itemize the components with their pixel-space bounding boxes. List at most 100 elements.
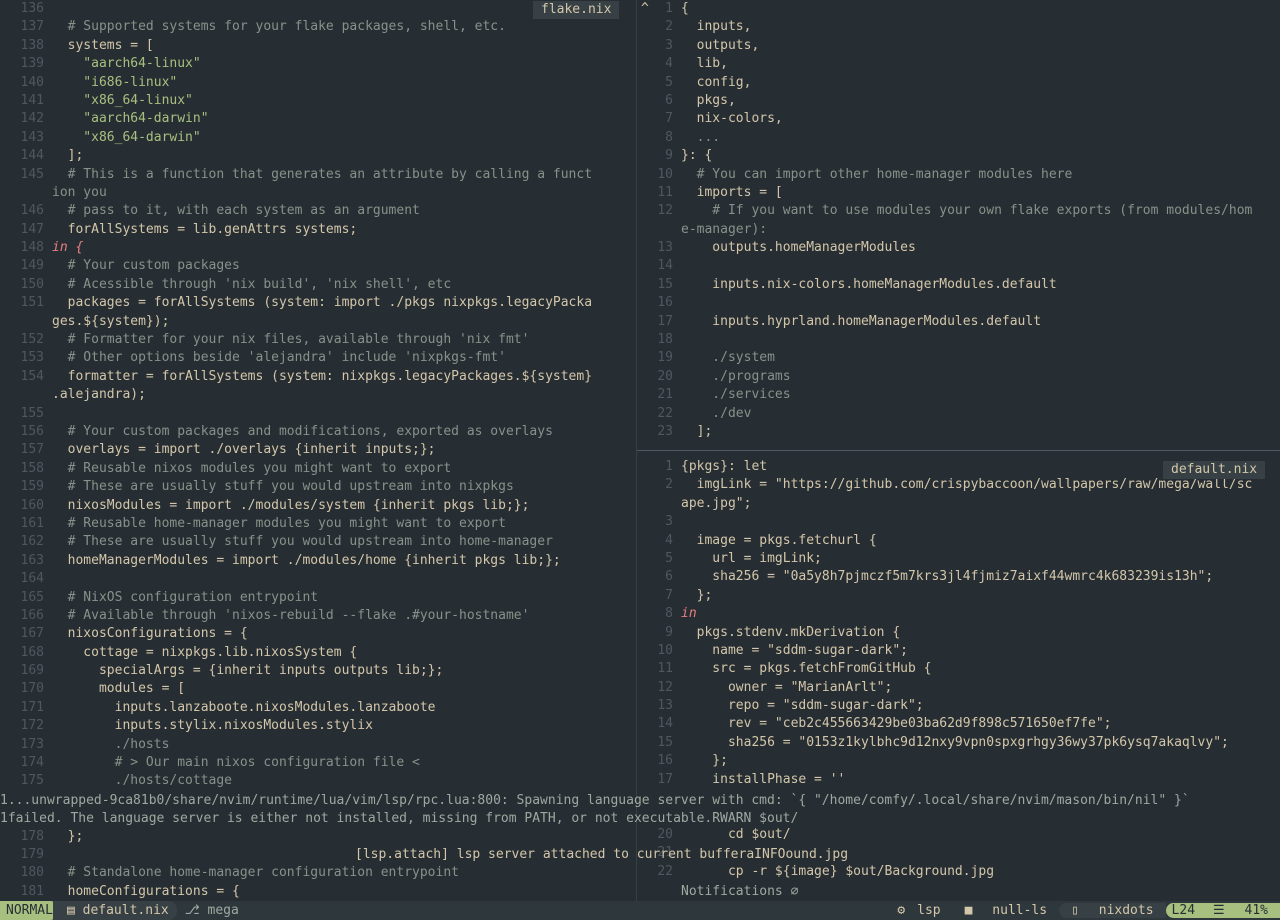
- code-line[interactable]: 168 cottage = nixpkgs.lib.nixosSystem {: [0, 644, 636, 662]
- code-line[interactable]: 14: [637, 257, 1280, 275]
- code-line[interactable]: 14 rev = "ceb2c455663429be03ba62d9f898c5…: [637, 715, 1280, 733]
- code-line[interactable]: 17 installPhase = '': [637, 771, 1280, 789]
- code-line[interactable]: 13 outputs.homeManagerModules: [637, 239, 1280, 257]
- code-line[interactable]: 140 "i686-linux": [0, 74, 636, 92]
- code-line[interactable]: 2 imgLink = "https://github.com/crispyba…: [637, 476, 1280, 494]
- wrapped-line[interactable]: .alejandra);: [0, 386, 636, 404]
- code-line[interactable]: 159 # These are usually stuff you would …: [0, 478, 636, 496]
- code-line[interactable]: 169 specialArgs = {inherit inputs output…: [0, 662, 636, 680]
- code-line[interactable]: 153 # Other options beside 'alejandra' i…: [0, 349, 636, 367]
- editor-pane-right-top[interactable]: 1{2 inputs, 3 outputs, 4 lib, 5 config, 6 pk…: [637, 0, 1280, 446]
- code-line[interactable]: 167 nixosConfigurations = {: [0, 625, 636, 643]
- code-line[interactable]: 6 pkgs,: [637, 92, 1280, 110]
- code-text: inputs.nix-colors.homeManagerModules.def…: [681, 276, 1057, 292]
- wrapped-line[interactable]: ape.jpg";: [637, 495, 1280, 513]
- code-line[interactable]: 151 packages = forAllSystems (system: im…: [0, 294, 636, 312]
- code-line[interactable]: 137 # Supported systems for your flake p…: [0, 18, 636, 36]
- code-line[interactable]: 13 repo = "sddm-sugar-dark";: [637, 697, 1280, 715]
- code-line[interactable]: 4 image = pkgs.fetchurl {: [637, 532, 1280, 550]
- editor-pane-right-bottom[interactable]: 1 {pkgs}: let 2 imgLink = "https://github.…: [637, 458, 1280, 901]
- code-line[interactable]: 22 ./dev: [637, 405, 1280, 423]
- editor-pane-left[interactable]: 136 137 # Supported systems for your flak…: [0, 0, 636, 901]
- code-line[interactable]: 4 lib,: [637, 55, 1280, 73]
- code-line[interactable]: 141 "x86_64-linux": [0, 92, 636, 110]
- code-line[interactable]: 157 overlays = import ./overlays {inheri…: [0, 441, 636, 459]
- code-line[interactable]: 17 inputs.hyprland.homeManagerModules.de…: [637, 313, 1280, 331]
- code-line[interactable]: 2 inputs,: [637, 18, 1280, 36]
- statusline-file[interactable]: ▤ default.nix: [52, 901, 177, 920]
- code-line[interactable]: 18: [637, 331, 1280, 349]
- code-line[interactable]: 21 ./services: [637, 386, 1280, 404]
- code-line[interactable]: 149 # Your custom packages: [0, 257, 636, 275]
- code-line[interactable]: 138 systems = [: [0, 37, 636, 55]
- wrapped-line[interactable]: e-manager):: [637, 221, 1280, 239]
- code-line[interactable]: 175 ./hosts/cottage: [0, 772, 636, 790]
- code-line[interactable]: 180 # Standalone home-manager configurat…: [0, 864, 636, 882]
- code-line[interactable]: 144 ];: [0, 147, 636, 165]
- project-status[interactable]: ▯ nixdots: [1059, 903, 1166, 918]
- wrapped-line[interactable]: ges.${system});: [0, 313, 636, 331]
- code-line[interactable]: 12 owner = "MarianArlt";: [637, 679, 1280, 697]
- wrapped-line[interactable]: ion you: [0, 184, 636, 202]
- code-line[interactable]: 146 # pass to it, with each system as an…: [0, 202, 636, 220]
- code-line[interactable]: 163 homeManagerModules = import ./module…: [0, 552, 636, 570]
- code-line[interactable]: 7 nix-colors,: [637, 110, 1280, 128]
- git-branch[interactable]: ⎇ mega: [177, 903, 247, 918]
- code-line[interactable]: 15 inputs.nix-colors.homeManagerModules.…: [637, 276, 1280, 294]
- code-line[interactable]: 150 # Acessible through 'nix build', 'ni…: [0, 276, 636, 294]
- code-line[interactable]: 178 };: [0, 828, 636, 846]
- code-line[interactable]: 10 # You can import other home-manager m…: [637, 166, 1280, 184]
- line-number: 171: [20, 699, 44, 715]
- code-line[interactable]: 8 ...: [637, 129, 1280, 147]
- code-line[interactable]: 148 in {: [0, 239, 636, 257]
- nullls-status[interactable]: ■ null-ls: [953, 903, 1059, 918]
- code-line[interactable]: 16 };: [637, 752, 1280, 770]
- code-line[interactable]: 9}: {: [637, 147, 1280, 165]
- code-line[interactable]: 181 homeConfigurations = {: [0, 883, 636, 901]
- code-line[interactable]: 165 # NixOS configuration entrypoint: [0, 589, 636, 607]
- code-line[interactable]: 23 ];: [637, 423, 1280, 441]
- code-line[interactable]: 170 modules = [: [0, 680, 636, 698]
- code-line[interactable]: 174 # > Our main nixos configuration fil…: [0, 754, 636, 772]
- code-line[interactable]: 22 cp -r ${image} $out/Background.jpg: [637, 863, 1280, 881]
- code-line[interactable]: 5 config,: [637, 74, 1280, 92]
- code-line[interactable]: 161 # Reusable home-manager modules you …: [0, 515, 636, 533]
- code-line[interactable]: 8 in: [637, 605, 1280, 623]
- code-line[interactable]: 158 # Reusable nixos modules you might w…: [0, 460, 636, 478]
- code-line[interactable]: 12 # If you want to use modules your own…: [637, 202, 1280, 220]
- code-line[interactable]: 11 imports = [: [637, 184, 1280, 202]
- code-line[interactable]: 10 name = "sddm-sugar-dark";: [637, 642, 1280, 660]
- code-line[interactable]: 5 url = imgLink;: [637, 550, 1280, 568]
- code-line[interactable]: 9 pkgs.stdenv.mkDerivation {: [637, 624, 1280, 642]
- code-line[interactable]: 15 sha256 = "0153z1kylbhc9d12nxy9vpn0spx…: [637, 734, 1280, 752]
- code-line[interactable]: 7 };: [637, 587, 1280, 605]
- code-line[interactable]: 1{: [637, 0, 1280, 18]
- code-line[interactable]: 3 outputs,: [637, 37, 1280, 55]
- code-line[interactable]: 20 ./programs: [637, 368, 1280, 386]
- lsp-status[interactable]: ⚙ lsp: [885, 903, 952, 918]
- code-line[interactable]: 164: [0, 570, 636, 588]
- code-line[interactable]: 160 nixosModules = import ./modules/syst…: [0, 497, 636, 515]
- code-line[interactable]: 19 ./system: [637, 349, 1280, 367]
- code-line[interactable]: 142 "aarch64-darwin": [0, 110, 636, 128]
- line-number: 170: [20, 681, 44, 697]
- code-line[interactable]: 156 # Your custom packages and modificat…: [0, 423, 636, 441]
- code-line[interactable]: 162 # These are usually stuff you would …: [0, 533, 636, 551]
- code-line[interactable]: 166 # Available through 'nixos-rebuild -…: [0, 607, 636, 625]
- code-line[interactable]: 172 inputs.stylix.nixosModules.stylix: [0, 717, 636, 735]
- line-number: 143: [20, 129, 44, 145]
- code-line[interactable]: 155: [0, 405, 636, 423]
- code-line[interactable]: 171 inputs.lanzaboote.nixosModules.lanza…: [0, 699, 636, 717]
- code-line[interactable]: 147 forAllSystems = lib.genAttrs systems…: [0, 221, 636, 239]
- code-line[interactable]: 154 formatter = forAllSystems (system: n…: [0, 368, 636, 386]
- code-line[interactable]: 139 "aarch64-linux": [0, 55, 636, 73]
- code-line[interactable]: 6 sha256 = "0a5y8h7pjmczf5m7krs3jl4fjmiz…: [637, 568, 1280, 586]
- code-line[interactable]: 173 ./hosts: [0, 736, 636, 754]
- code-line[interactable]: 16: [637, 294, 1280, 312]
- code-line[interactable]: 11 src = pkgs.fetchFromGitHub {: [637, 660, 1280, 678]
- code-line[interactable]: 143 "x86_64-darwin": [0, 129, 636, 147]
- code-line[interactable]: 145 # This is a function that generates …: [0, 166, 636, 184]
- code-line[interactable]: 152 # Formatter for your nix files, avai…: [0, 331, 636, 349]
- code-line[interactable]: 3: [637, 513, 1280, 531]
- horizontal-split-divider[interactable]: [637, 450, 1280, 451]
